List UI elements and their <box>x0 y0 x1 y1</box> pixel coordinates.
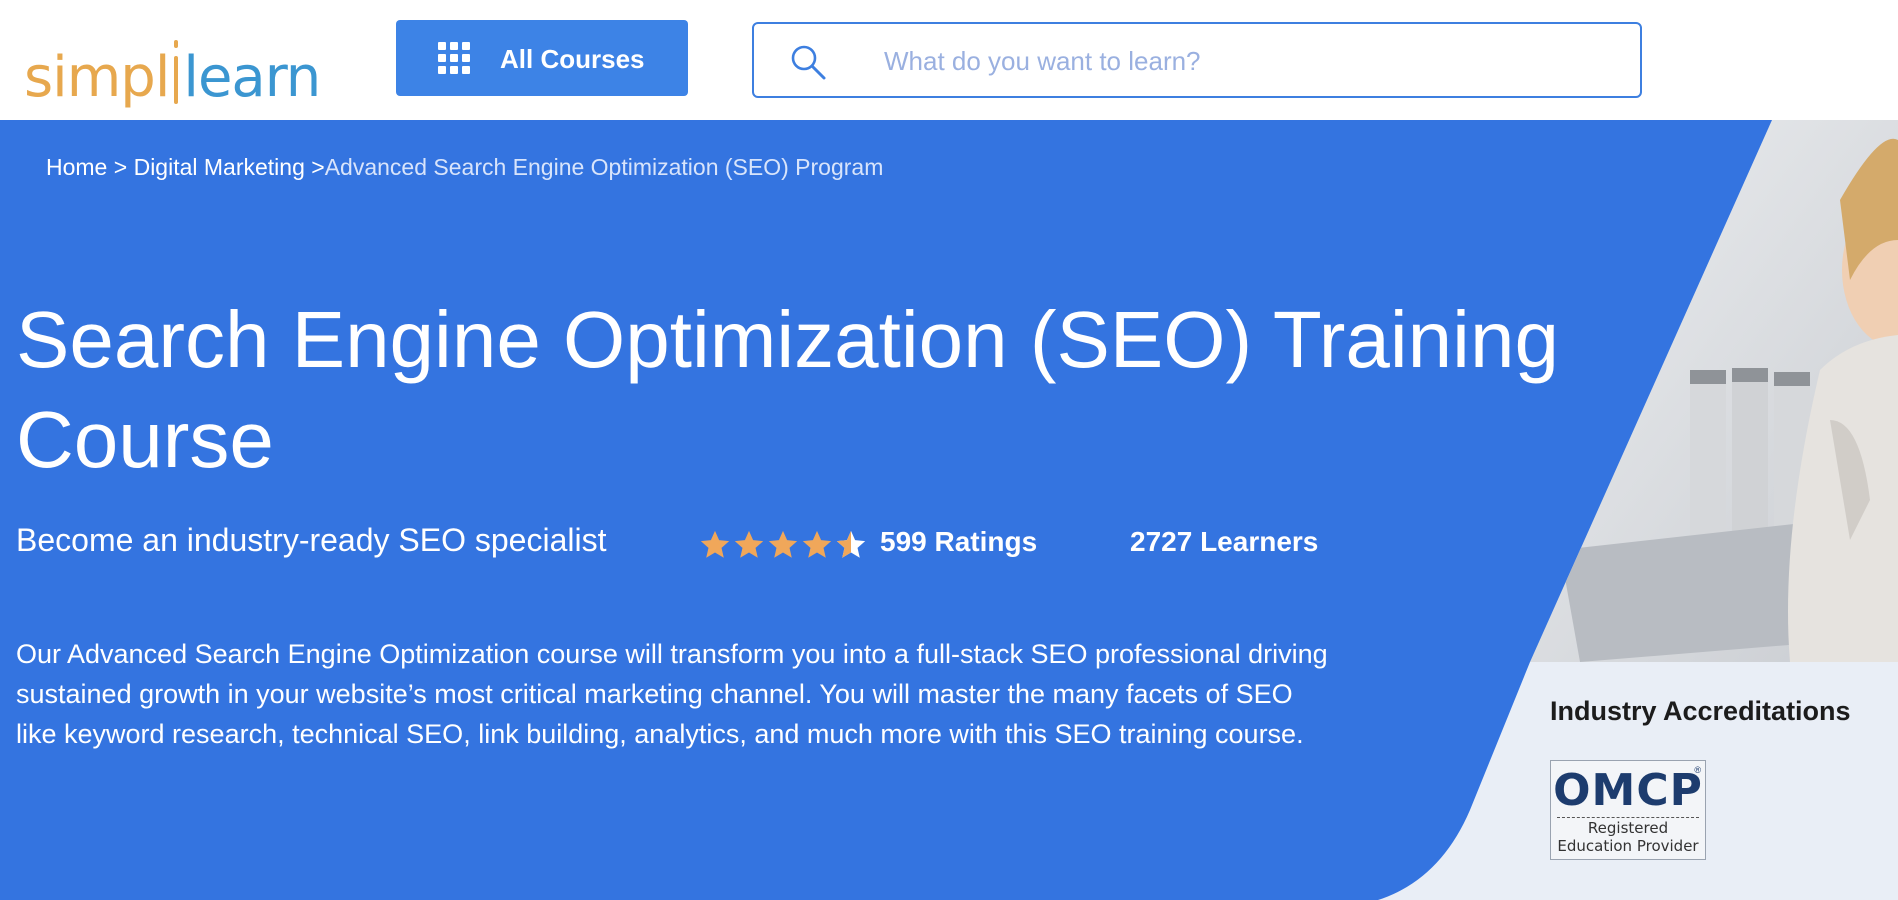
all-courses-label: All Courses <box>500 44 645 74</box>
breadcrumb-separator: > <box>304 154 325 180</box>
course-hero: Home > Digital Marketing >Advanced Searc… <box>0 120 1898 900</box>
course-subtitle: Become an industry-ready SEO specialist <box>16 522 607 558</box>
registered-mark-icon: ® <box>1694 765 1701 775</box>
accreditations-heading: Industry Accreditations <box>1550 696 1851 726</box>
search-box[interactable] <box>752 22 1642 98</box>
search-input[interactable] <box>882 38 1582 84</box>
breadcrumb-home[interactable]: Home <box>46 154 107 180</box>
omcp-badge-line2: Education Provider <box>1557 837 1699 855</box>
simplilearn-logo[interactable]: simpl learn <box>24 26 321 110</box>
star-icon <box>802 530 832 558</box>
grid-icon <box>438 42 470 74</box>
logo-text-part2: learn <box>183 45 321 110</box>
omcp-badge-caption: Registered Education Provider <box>1551 819 1705 855</box>
breadcrumb-current: Advanced Search Engine Optimization (SEO… <box>324 154 884 180</box>
star-icon <box>734 530 764 558</box>
ratings-count: 599 Ratings <box>880 526 1038 557</box>
course-title: Search Engine Optimization (SEO) Trainin… <box>16 295 1559 484</box>
logo-divider <box>171 36 181 106</box>
omcp-badge: OMCP ® Registered Education Provider <box>1550 760 1706 860</box>
star-icon <box>768 530 798 558</box>
omcp-badge-name: OMCP <box>1553 765 1703 816</box>
breadcrumb: Home > Digital Marketing >Advanced Searc… <box>46 154 883 181</box>
all-courses-button[interactable]: All Courses <box>396 20 688 96</box>
breadcrumb-digital-marketing[interactable]: Digital Marketing <box>134 154 305 180</box>
course-description: Our Advanced Search Engine Optimization … <box>16 639 1328 749</box>
star-icon <box>700 530 730 558</box>
breadcrumb-separator: > <box>107 154 134 180</box>
site-header: simpl learn All Courses <box>0 0 1898 120</box>
learners-count: 2727 Learners <box>1130 526 1319 557</box>
omcp-badge-line1: Registered <box>1587 819 1669 837</box>
logo-text-part1: simpl <box>24 45 170 110</box>
rating-stars <box>698 528 868 564</box>
badge-divider <box>1557 817 1699 818</box>
star-half-icon <box>836 530 866 558</box>
search-icon <box>791 45 826 80</box>
